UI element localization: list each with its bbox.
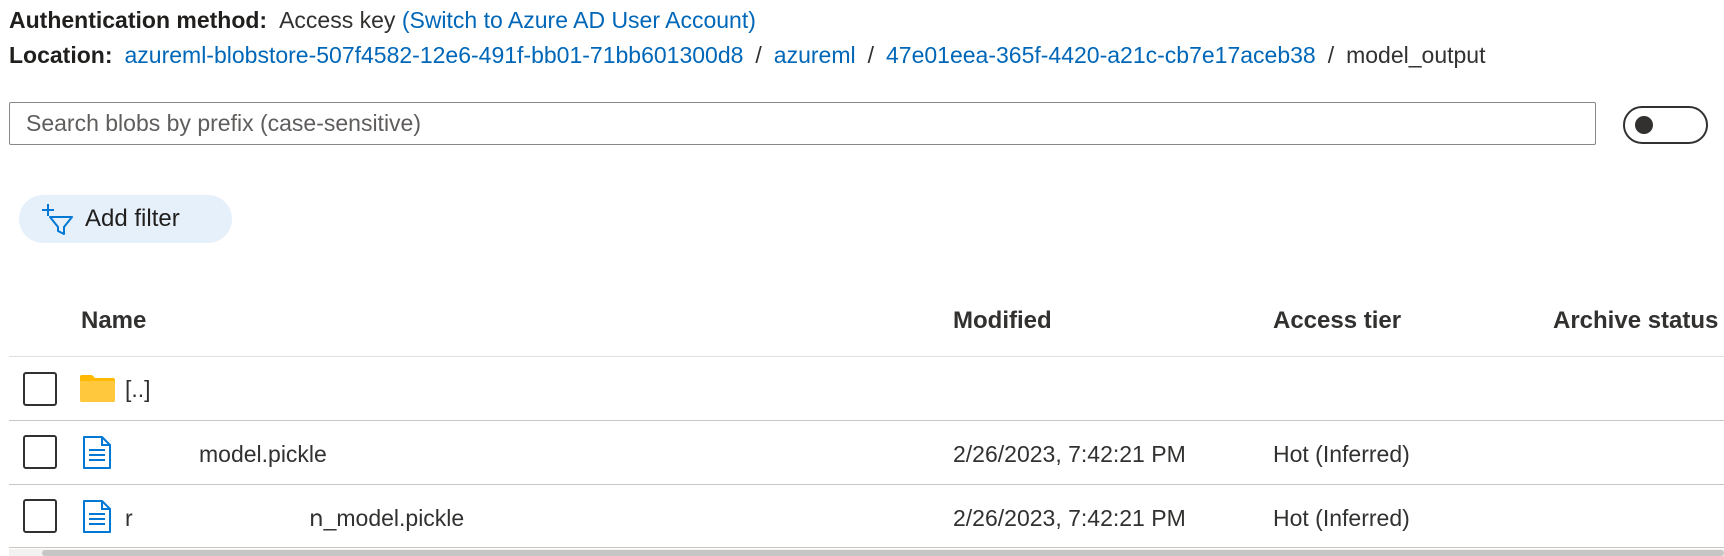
breadcrumb-container[interactable]: azureml-blobstore-507f4582-12e6-491f-bb0… — [125, 42, 744, 68]
location-label: Location: — [9, 42, 113, 68]
auth-method-value: Access key — [279, 7, 396, 33]
file-access-tier: Hot (Inferred) — [1273, 441, 1410, 467]
breadcrumb-separator: / — [755, 42, 762, 68]
column-header-archive-status[interactable]: Archive status — [1553, 305, 1718, 337]
row-divider — [9, 547, 1724, 548]
switch-auth-link[interactable]: (Switch to Azure AD User Account) — [402, 7, 756, 33]
breadcrumb-separator: / — [1327, 42, 1335, 68]
parent-folder-name[interactable]: [..] — [125, 374, 151, 404]
show-deleted-toggle[interactable] — [1623, 106, 1708, 144]
location-breadcrumb: Location: azureml-blobstore-507f4582-12e6… — [9, 40, 1485, 70]
breadcrumb-separator: / — [867, 42, 874, 68]
row-checkbox[interactable] — [23, 372, 57, 406]
file-modified: 2/26/2023, 7:42:21 PM — [953, 505, 1186, 531]
add-filter-button[interactable]: Add filter — [19, 195, 232, 243]
auth-method-line: Authentication method: Access key (Switch… — [9, 5, 756, 35]
breadcrumb-azureml[interactable]: azureml — [774, 42, 856, 68]
add-filter-icon — [42, 204, 73, 235]
row-checkbox[interactable] — [23, 435, 57, 469]
auth-method-label: Authentication method: — [9, 7, 268, 33]
file-name[interactable]: ո_model.pickle — [309, 503, 464, 533]
file-modified: 2/26/2023, 7:42:21 PM — [953, 441, 1186, 467]
file-access-tier: Hot (Inferred) — [1273, 505, 1410, 531]
toggle-knob — [1635, 116, 1653, 134]
breadcrumb-current: model_output — [1346, 42, 1486, 68]
row-divider — [9, 484, 1724, 485]
column-header-access-tier[interactable]: Access tier — [1273, 305, 1401, 337]
add-filter-label: Add filter — [85, 205, 180, 232]
table-header-divider — [9, 356, 1724, 357]
scrollbar-thumb[interactable] — [42, 550, 1724, 556]
horizontal-scrollbar[interactable] — [9, 549, 1724, 556]
row-checkbox[interactable] — [23, 499, 57, 533]
column-header-modified[interactable]: Modified — [953, 305, 1052, 337]
folder-icon — [80, 375, 115, 402]
file-icon — [83, 436, 111, 469]
column-header-name[interactable]: Name — [81, 305, 146, 337]
row-divider — [9, 420, 1724, 421]
search-blobs-input[interactable] — [9, 102, 1596, 145]
file-icon — [83, 500, 111, 533]
file-name-prefix: r — [125, 505, 133, 531]
breadcrumb-run-id[interactable]: 47e01eea-365f-4420-a21c-cb7e17aceb38 — [886, 42, 1316, 68]
file-name[interactable]: model.pickle — [199, 439, 327, 469]
